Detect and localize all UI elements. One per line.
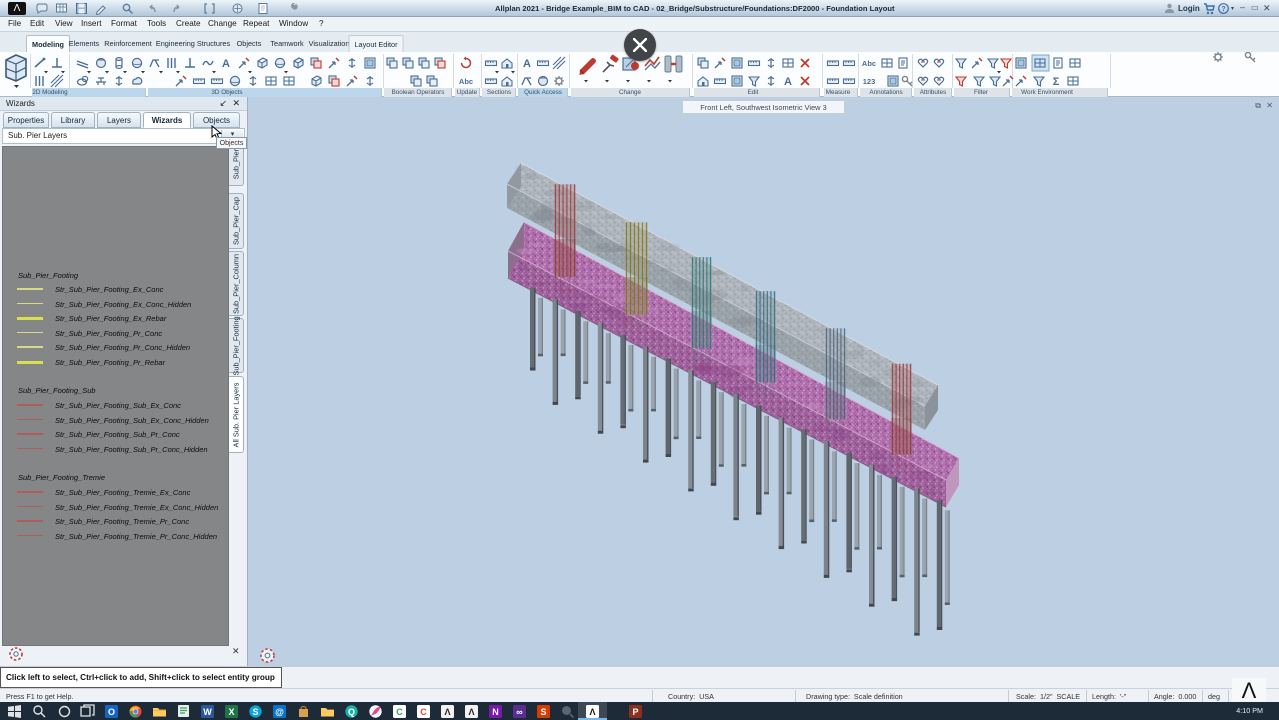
svg-text:N: N [492,707,499,717]
svg-text:C: C [420,707,427,717]
svg-text:A: A [784,76,792,88]
svg-text:Λ: Λ [468,707,474,717]
svg-text:S: S [252,707,258,717]
svg-text:W: W [203,707,212,717]
svg-text:Σ: Σ [1053,76,1060,88]
svg-text:Abc: Abc [459,77,473,86]
svg-text:P: P [632,707,638,717]
svg-text:A: A [523,58,531,70]
svg-text:@: @ [275,707,284,717]
svg-text:Abc: Abc [862,59,876,68]
svg-text:S: S [540,707,546,717]
svg-text:A: A [222,58,230,70]
svg-text:O: O [108,707,115,717]
svg-text:X: X [228,707,234,717]
svg-text:123: 123 [863,77,876,86]
svg-text:Q: Q [348,707,355,717]
svg-text:?: ? [1221,6,1225,13]
svg-text:C: C [396,707,403,717]
svg-text:∞: ∞ [516,707,523,717]
svg-text:Λ: Λ [589,707,595,717]
svg-text:Λ: Λ [444,707,450,717]
